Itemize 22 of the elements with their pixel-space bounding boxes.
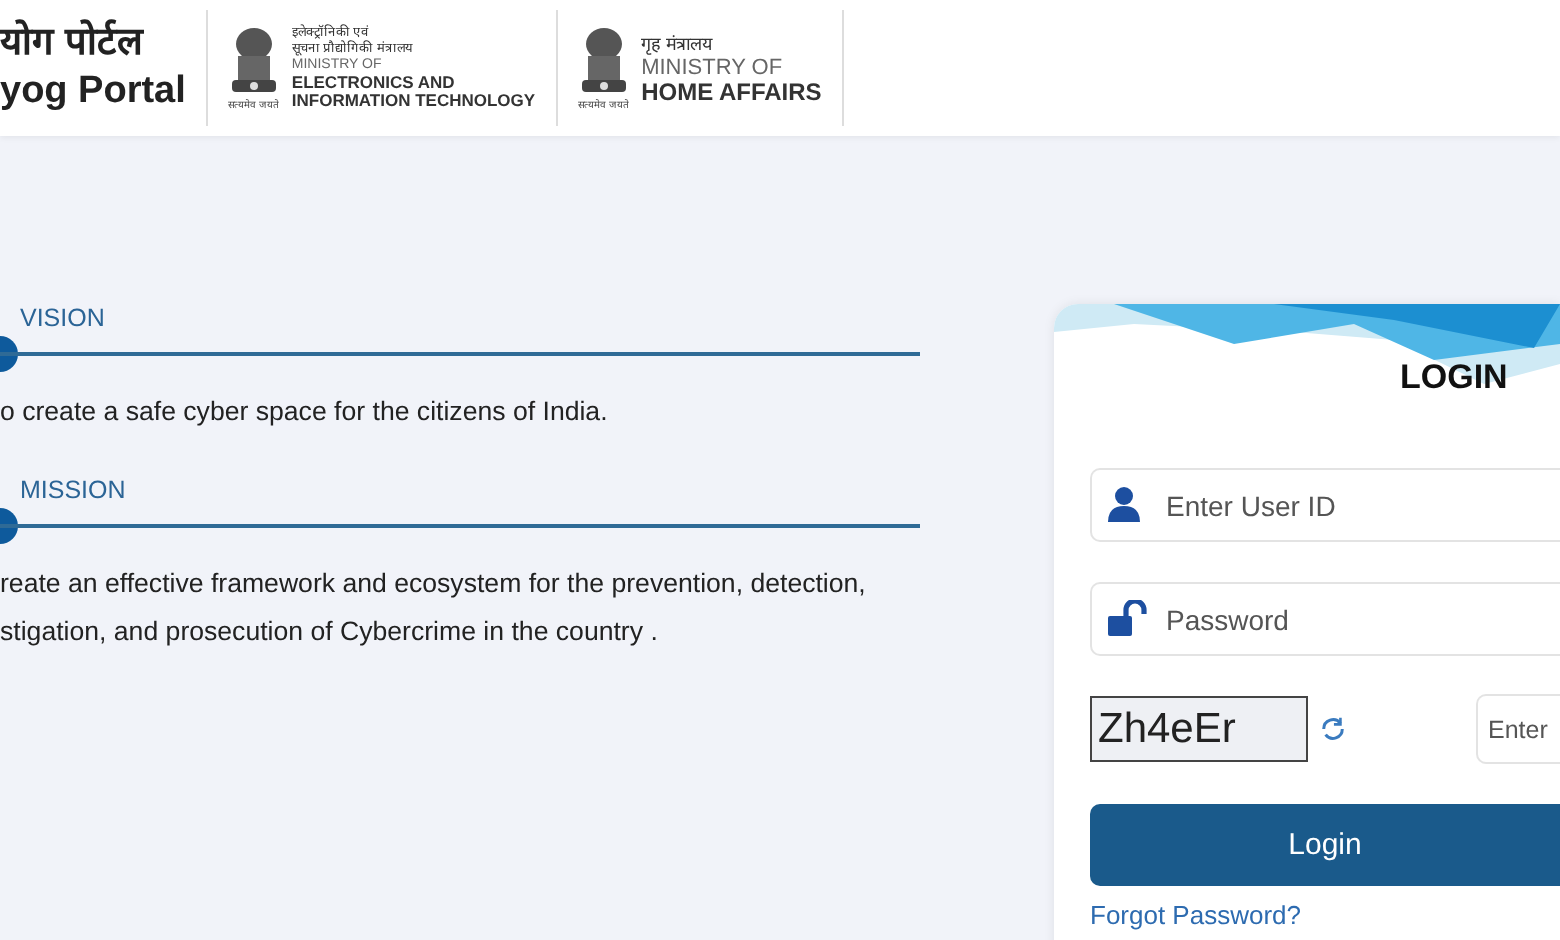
ministry-name: HOME AFFAIRS — [641, 79, 822, 105]
section-text: o create a safe cyber space for the citizens of India. — [0, 394, 610, 430]
ministry-name: INFORMATION TECHNOLOGY — [291, 92, 536, 110]
unlock-icon — [1108, 600, 1148, 636]
login-button[interactable]: Login — [1090, 804, 1560, 886]
refresh-icon[interactable] — [1320, 716, 1346, 742]
ministry-name: ELECTRONICS AND — [291, 74, 457, 92]
user-id-field[interactable]: Enter User ID — [1090, 468, 1560, 542]
captcha-image: Zh4eEr — [1090, 696, 1308, 762]
section-text: reate an effective framework and ecosystem for the prevention, detection, — [0, 566, 868, 602]
login-title: LOGIN — [1400, 358, 1508, 398]
captcha-field[interactable]: Enter — [1476, 694, 1560, 764]
user-icon — [1108, 486, 1140, 522]
section-text: stigation, and prosecution of Cybercrime in the country . — [0, 614, 660, 650]
password-field[interactable]: Password — [1090, 582, 1560, 656]
ministry-name: गृह मंत्रालय — [641, 31, 715, 55]
section-heading: VISION — [20, 304, 105, 332]
portal-title: योग पोर्टल — [0, 20, 146, 68]
ministry-name: MINISTRY OF — [641, 55, 785, 79]
section-heading: MISSION — [20, 476, 126, 504]
forgot-password-link[interactable]: Forgot Password? — [1090, 900, 1560, 930]
portal-title: yog Portal — [0, 68, 186, 116]
